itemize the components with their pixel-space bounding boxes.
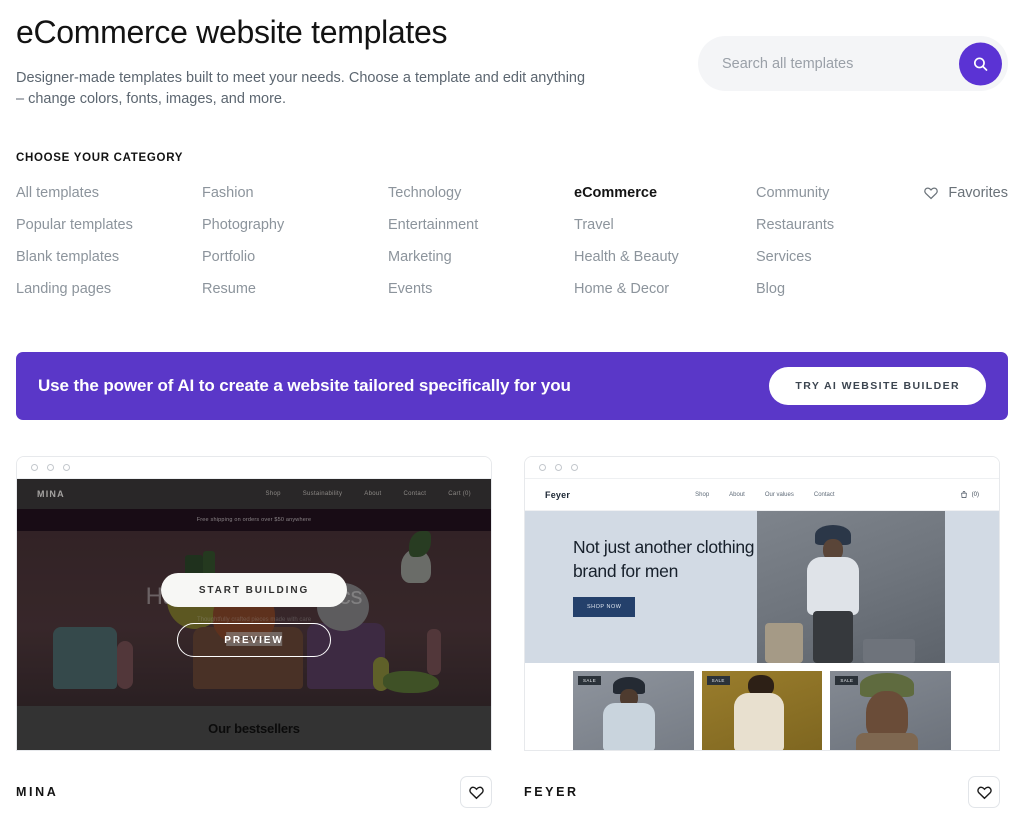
sale-badge: SALE	[835, 676, 859, 685]
template-card-grid: MINA Shop Sustainability About Contact C…	[16, 456, 1008, 813]
category-link-blog[interactable]: Blog	[756, 278, 785, 300]
mina-hover-actions: START BUILDING PREVIEW	[17, 479, 491, 750]
category-section: CHOOSE YOUR CATEGORY All templates Fashi…	[16, 152, 1008, 300]
feyer-hero-cta: SHOP NOW	[573, 597, 636, 617]
try-ai-website-builder-button[interactable]: TRY AI WEBSITE BUILDER	[769, 367, 986, 405]
category-link-ecommerce[interactable]: eCommerce	[574, 182, 657, 204]
search-box[interactable]	[698, 36, 1008, 91]
feyer-nav-contact: Contact	[813, 491, 835, 498]
feyer-hero-image	[757, 511, 945, 663]
search-icon	[973, 56, 988, 71]
favorites-label: Favorites	[948, 185, 1008, 201]
category-link-services[interactable]: Services	[756, 246, 812, 268]
category-link-portfolio[interactable]: Portfolio	[202, 246, 255, 268]
feyer-site-preview: Feyer Shop About Our values Contact (0) …	[525, 479, 999, 750]
chrome-dot-icon	[31, 464, 38, 471]
template-card-footer-feyer: FEYER	[524, 751, 1000, 813]
category-link-blank-templates[interactable]: Blank templates	[16, 246, 119, 268]
feyer-hero-copy: Not just another clothing brand for men …	[525, 511, 757, 663]
category-link-health-and-beauty[interactable]: Health & Beauty	[574, 246, 679, 268]
feyer-hero: Not just another clothing brand for men …	[525, 511, 999, 663]
category-link-travel[interactable]: Travel	[574, 214, 614, 236]
preview-button[interactable]: PREVIEW	[177, 623, 331, 657]
chrome-dot-icon	[47, 464, 54, 471]
category-link-all-templates[interactable]: All templates	[16, 182, 99, 204]
template-name-feyer: FEYER	[524, 785, 579, 799]
category-link-home-and-decor[interactable]: Home & Decor	[574, 278, 669, 300]
category-link-marketing[interactable]: Marketing	[388, 246, 452, 268]
feyer-product-row: SALE SALE SALE	[525, 663, 999, 750]
category-grid-spacer	[921, 278, 1008, 300]
category-link-resume[interactable]: Resume	[202, 278, 256, 300]
templates-page: eCommerce website templates Designer-mad…	[0, 0, 1024, 813]
start-building-button[interactable]: START BUILDING	[160, 573, 348, 607]
header-text-block: eCommerce website templates Designer-mad…	[16, 12, 616, 110]
favorite-button-feyer[interactable]	[968, 776, 1000, 808]
feyer-nav-shop: Shop	[695, 491, 710, 498]
template-card-mina[interactable]: MINA Shop Sustainability About Contact C…	[16, 456, 492, 813]
browser-chrome-bar	[525, 457, 999, 479]
ai-banner-text: Use the power of AI to create a website …	[38, 376, 571, 395]
feyer-cart: (0)	[960, 490, 979, 499]
template-card-footer-mina: MINA	[16, 751, 492, 813]
feyer-cart-count: (0)	[971, 491, 979, 498]
chrome-dot-icon	[571, 464, 578, 471]
category-link-photography[interactable]: Photography	[202, 214, 284, 236]
page-header: eCommerce website templates Designer-mad…	[16, 0, 1008, 110]
mina-site-preview: MINA Shop Sustainability About Contact C…	[17, 479, 491, 750]
feyer-nav: Feyer Shop About Our values Contact (0)	[525, 479, 999, 511]
category-link-events[interactable]: Events	[388, 278, 432, 300]
favorite-button-mina[interactable]	[460, 776, 492, 808]
heart-icon	[924, 187, 939, 200]
category-link-fashion[interactable]: Fashion	[202, 182, 254, 204]
feyer-product-card: SALE	[701, 671, 823, 750]
template-preview-frame-mina[interactable]: MINA Shop Sustainability About Contact C…	[16, 456, 492, 751]
category-grid-spacer	[921, 246, 1008, 268]
feyer-nav-about: About	[729, 491, 745, 498]
category-link-technology[interactable]: Technology	[388, 182, 461, 204]
sale-badge: SALE	[578, 676, 602, 685]
template-card-feyer[interactable]: Feyer Shop About Our values Contact (0) …	[524, 456, 1000, 813]
chrome-dot-icon	[539, 464, 546, 471]
heart-icon	[976, 786, 992, 799]
feyer-nav-our-values: Our values	[764, 491, 794, 498]
heart-icon	[468, 786, 484, 799]
feyer-hero-title: Not just another clothing brand for men	[573, 537, 755, 581]
feyer-product-card: SALE	[573, 671, 694, 750]
template-preview-frame-feyer[interactable]: Feyer Shop About Our values Contact (0) …	[524, 456, 1000, 751]
category-grid-spacer	[921, 214, 1008, 236]
template-name-mina: MINA	[16, 785, 59, 799]
feyer-product-card: SALE	[830, 671, 952, 750]
feyer-nav-links: Shop About Our values Contact	[695, 492, 834, 498]
category-grid: All templates Fashion Technology eCommer…	[16, 182, 1008, 300]
favorites-link[interactable]: Favorites	[923, 182, 1008, 204]
sale-badge: SALE	[706, 676, 730, 685]
feyer-logo: Feyer	[545, 489, 571, 500]
search-button[interactable]	[959, 42, 1002, 85]
browser-chrome-bar	[17, 457, 491, 479]
category-heading: CHOOSE YOUR CATEGORY	[16, 152, 184, 164]
page-title: eCommerce website templates	[16, 14, 448, 50]
page-subtitle: Designer-made templates built to meet yo…	[16, 70, 586, 107]
shopping-bag-icon	[960, 491, 967, 498]
ai-website-builder-banner: Use the power of AI to create a website …	[16, 352, 1008, 420]
category-link-entertainment[interactable]: Entertainment	[388, 214, 478, 236]
chrome-dot-icon	[555, 464, 562, 471]
category-link-community[interactable]: Community	[756, 182, 829, 204]
category-link-popular-templates[interactable]: Popular templates	[16, 214, 133, 236]
chrome-dot-icon	[63, 464, 70, 471]
category-link-restaurants[interactable]: Restaurants	[756, 214, 834, 236]
category-link-landing-pages[interactable]: Landing pages	[16, 278, 111, 300]
